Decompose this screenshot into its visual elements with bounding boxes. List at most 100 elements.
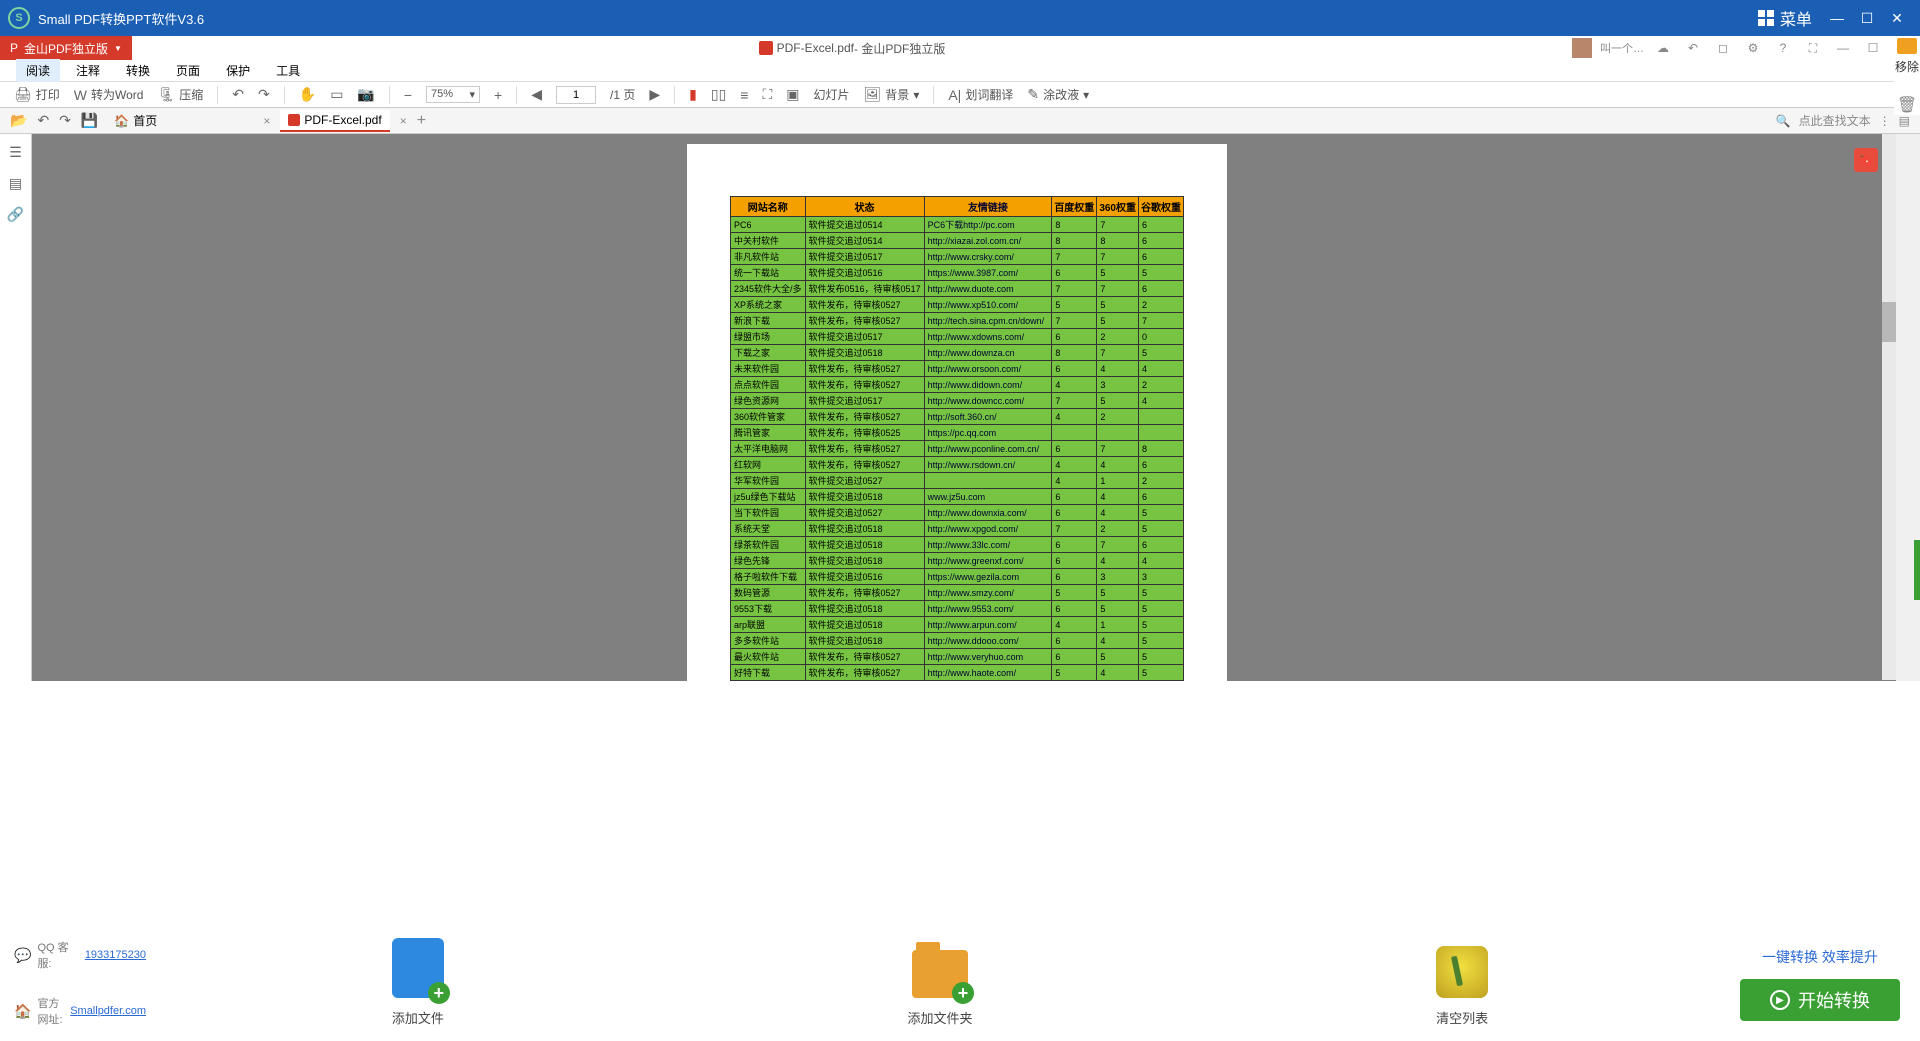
- table-row: 绿盟市场软件提交追过0517http://www.xdowns.com/620: [731, 329, 1184, 345]
- help-icon[interactable]: ?: [1772, 38, 1794, 58]
- snapshot-icon[interactable]: 📷: [357, 86, 374, 103]
- redo-icon[interactable]: ↷: [59, 112, 71, 129]
- inner-maximize-button[interactable]: ☐: [1862, 38, 1884, 58]
- zoom-select[interactable]: 75%▾: [426, 86, 480, 103]
- attach-icon[interactable]: 🔗: [7, 206, 24, 223]
- panel-icon[interactable]: ▤: [1899, 114, 1910, 128]
- table-row: 统一下载站软件提交追过0516https://www.3987.com/655: [731, 265, 1184, 281]
- menu-annotate[interactable]: 注释: [66, 59, 110, 82]
- whiteout-icon: ✎: [1027, 86, 1039, 103]
- play-icon: ▶: [1770, 990, 1790, 1010]
- menu-read[interactable]: 阅读: [16, 59, 60, 82]
- settings-icon[interactable]: ⚙: [1742, 38, 1764, 58]
- next-page-icon[interactable]: ▶: [649, 86, 660, 103]
- continuous-icon[interactable]: ≡: [740, 87, 748, 103]
- folder-plus-icon: [912, 950, 968, 998]
- site-link[interactable]: Smallpdfer.com: [70, 1005, 146, 1017]
- pdf-icon: [759, 41, 773, 55]
- search-icon[interactable]: 🔍: [1776, 114, 1791, 128]
- open-icon[interactable]: 📂: [10, 112, 27, 129]
- zoom-out-icon[interactable]: −: [404, 87, 412, 103]
- folder-icon[interactable]: [1897, 38, 1917, 54]
- remove-label[interactable]: 移除: [1895, 58, 1919, 75]
- clear-list-button[interactable]: 清空列表: [1436, 938, 1488, 1027]
- print-button[interactable]: 🖨打印: [14, 86, 60, 103]
- right-panel: 移除 🗑: [1894, 36, 1920, 115]
- pdf-badge-icon: P: [10, 41, 18, 55]
- trash-icon[interactable]: 🗑: [1897, 95, 1917, 115]
- app-menu-button[interactable]: 菜单: [1748, 2, 1822, 34]
- pdf-page: 网站名称状态友情链接百度权重360权重谷歌权重PC6软件提交追过0514PC6下…: [687, 144, 1227, 681]
- bookmark-button[interactable]: 🔖: [1854, 148, 1878, 172]
- table-row: 红软网软件发布，待审核0527http://www.rsdown.cn/446: [731, 457, 1184, 473]
- table-row: 系统天堂软件提交追过0518http://www.xpgod.com/725: [731, 521, 1184, 537]
- inner-minimize-button[interactable]: —: [1832, 38, 1854, 58]
- menubar: 阅读 注释 转换 页面 保护 工具: [0, 60, 1920, 82]
- restore-icon[interactable]: ◻: [1712, 38, 1734, 58]
- home-tab[interactable]: 🏠首页: [108, 112, 163, 129]
- minimize-button[interactable]: —: [1822, 4, 1852, 32]
- table-header: 谷歌权重: [1139, 197, 1184, 217]
- grid-icon: [1758, 10, 1774, 26]
- select-icon[interactable]: ▭: [330, 86, 343, 103]
- start-convert-button[interactable]: ▶ 开始转换: [1740, 979, 1900, 1021]
- table-row: arp联盟软件提交追过0518http://www.arpun.com/415: [731, 617, 1184, 633]
- menu-page[interactable]: 页面: [166, 59, 210, 82]
- avatar[interactable]: [1572, 38, 1592, 58]
- hand-icon[interactable]: ✋: [299, 86, 316, 103]
- rotate-left-icon[interactable]: ↶: [232, 86, 244, 103]
- document-filename: PDF-Excel.pdf: [777, 41, 854, 55]
- qq-link[interactable]: 1933175230: [85, 949, 146, 961]
- compress-button[interactable]: 🗜压缩: [157, 86, 203, 103]
- whiteout-button[interactable]: ✎涂改液▾: [1027, 86, 1089, 103]
- cloud-icon[interactable]: ☁: [1652, 38, 1674, 58]
- outline-icon[interactable]: ☰: [9, 144, 22, 161]
- user-area: 叫一个… ☁ ↶ ◻ ⚙ ? ⛶ — ☐ ✕: [1572, 36, 1920, 60]
- present-icon[interactable]: ▣: [786, 86, 799, 103]
- document-scroll[interactable]: 🔖 网站名称状态友情链接百度权重360权重谷歌权重PC6软件提交追过0514PC…: [32, 134, 1882, 681]
- side-handle[interactable]: [1914, 540, 1920, 600]
- file-tab[interactable]: PDF-Excel.pdf: [280, 110, 389, 132]
- maximize-button[interactable]: ☐: [1852, 4, 1882, 32]
- toolbar: 🖨打印 W转为Word 🗜压缩 ↶ ↷ ✋ ▭ 📷 − 75%▾ + ◀ /1 …: [0, 82, 1920, 108]
- thumbs-icon[interactable]: ▤: [9, 175, 22, 192]
- translate-icon: A|: [948, 87, 961, 103]
- bg-button[interactable]: 🖼背景▾: [864, 86, 920, 103]
- undo-icon[interactable]: ↶: [1682, 38, 1704, 58]
- app-title: Small PDF转换PPT软件V3.6: [38, 9, 1748, 28]
- print-icon: 🖨: [14, 86, 32, 103]
- file-tab-close[interactable]: ×: [400, 114, 407, 128]
- menu-convert[interactable]: 转换: [116, 59, 160, 82]
- two-page-icon[interactable]: ▯▯: [711, 86, 726, 103]
- table-row: 新浪下载软件发布，待审核0527http://tech.sina.cpm.cn/…: [731, 313, 1184, 329]
- home-tab-close[interactable]: ×: [263, 114, 270, 128]
- search-hint[interactable]: 点此查找文本: [1799, 112, 1871, 129]
- site-row: 🏠 官方网址: Smallpdfer.com: [14, 995, 146, 1027]
- undo-icon[interactable]: ↶: [37, 112, 49, 129]
- single-page-icon[interactable]: ▮: [689, 86, 697, 103]
- toword-button[interactable]: W转为Word: [74, 86, 144, 103]
- add-folder-button[interactable]: 添加文件夹: [907, 938, 972, 1027]
- table-row: 绿茶软件园软件提交追过0518http://www.33lc.com/676: [731, 537, 1184, 553]
- add-file-button[interactable]: 添加文件: [392, 938, 444, 1027]
- page-count: /1 页: [610, 86, 635, 103]
- more-icon[interactable]: ⋮: [1879, 114, 1891, 128]
- scrollbar-thumb[interactable]: [1882, 302, 1896, 342]
- page-input[interactable]: [556, 86, 596, 104]
- app-product-tab[interactable]: P 金山PDF独立版 ▼: [0, 36, 132, 60]
- translate-button[interactable]: A|划词翻译: [948, 86, 1013, 103]
- document-suffix: - 金山PDF独立版: [854, 40, 945, 57]
- prev-page-icon[interactable]: ◀: [531, 86, 542, 103]
- zoom-in-icon[interactable]: +: [494, 87, 502, 103]
- menu-tools[interactable]: 工具: [266, 59, 310, 82]
- add-tab-button[interactable]: +: [417, 112, 426, 130]
- fullscreen-icon[interactable]: ⛶: [1802, 38, 1824, 58]
- home-icon: 🏠: [14, 1003, 31, 1020]
- scrollbar[interactable]: [1882, 134, 1896, 680]
- menu-protect[interactable]: 保护: [216, 59, 260, 82]
- rotate-right-icon[interactable]: ↷: [258, 86, 270, 103]
- save-icon[interactable]: 💾: [81, 112, 98, 129]
- fit-icon[interactable]: ⛶: [762, 86, 772, 103]
- close-button[interactable]: ✕: [1882, 4, 1912, 32]
- slideshow-button[interactable]: 幻灯片: [814, 86, 850, 103]
